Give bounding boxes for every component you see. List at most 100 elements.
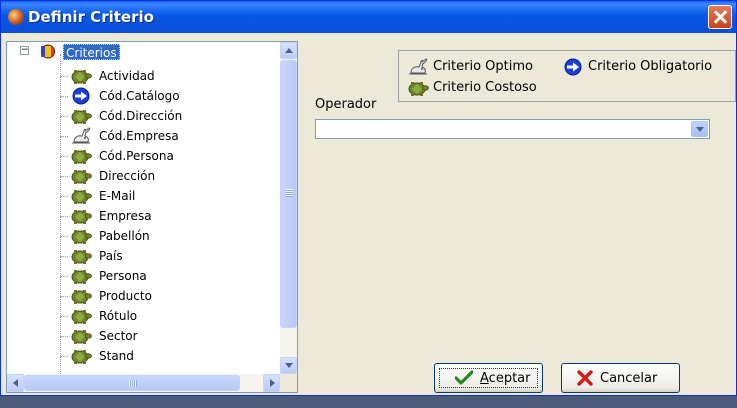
definir-criterio-dialog: Definir Criterio − Criterios Actividad Có… <box>0 0 737 396</box>
cancelar-button[interactable]: Cancelar <box>561 363 680 393</box>
turtle-icon <box>70 207 92 225</box>
tree-connector <box>60 276 68 277</box>
tree-item[interactable]: Producto <box>60 286 280 306</box>
criteria-tree[interactable]: − Criterios Actividad Cód.Catálogo Cód.Dir… <box>6 41 298 393</box>
cross-icon <box>577 370 593 386</box>
tree-item[interactable]: País <box>60 246 280 266</box>
aceptar-button[interactable]: Aceptar <box>434 363 543 393</box>
tree-item[interactable]: Stand <box>60 346 280 366</box>
tree-item[interactable]: Cód.Dirección <box>60 106 280 126</box>
cancelar-label: Cancelar <box>600 371 658 386</box>
operador-label: Operador <box>315 97 377 112</box>
turtle-icon <box>70 107 92 125</box>
dropdown-button[interactable] <box>691 121 708 137</box>
tree-item[interactable]: Rótulo <box>60 306 280 326</box>
scroll-thumb-vertical[interactable] <box>280 60 297 328</box>
chevron-right-icon <box>270 379 275 387</box>
tree-item-label: Cód.Dirección <box>99 109 183 123</box>
tree-item[interactable]: Cód.Persona <box>60 146 280 166</box>
collapse-toggle[interactable]: − <box>20 46 29 55</box>
turtle-icon <box>70 227 92 245</box>
checkmark-icon <box>455 370 473 385</box>
tree-item[interactable]: Empresa <box>60 206 280 226</box>
turtle-icon <box>70 147 92 165</box>
tree-item[interactable]: E-Mail <box>60 186 280 206</box>
tree-horizontal-scrollbar[interactable] <box>7 374 280 392</box>
tree-item-label: Dirección <box>99 169 156 183</box>
grip-icon <box>286 189 293 197</box>
tree-item[interactable]: Cód.Empresa <box>60 126 280 146</box>
app-icon <box>8 9 24 25</box>
criterios-root-icon <box>41 44 55 59</box>
turtle-icon <box>70 327 92 345</box>
chevron-left-icon <box>13 379 18 387</box>
chevron-up-icon <box>285 48 293 53</box>
tree-connector <box>60 96 68 97</box>
criteria-legend: Criterio Optimo Criterio Obligatorio Cri… <box>398 50 736 102</box>
tree-root-criterios[interactable]: Criterios <box>63 44 120 60</box>
scroll-right-button[interactable] <box>263 374 280 392</box>
tree-connector <box>60 136 68 137</box>
window-title: Definir Criterio <box>28 8 154 26</box>
tree-item[interactable]: Pabellón <box>60 226 280 246</box>
tree-item-label: Pabellón <box>99 229 150 243</box>
turtle-icon <box>70 167 92 185</box>
aceptar-mnemonic: A <box>480 371 489 386</box>
tree-connector <box>60 256 68 257</box>
tree-connector <box>60 236 68 237</box>
turtle-icon <box>70 267 92 285</box>
tree-connector <box>60 76 68 77</box>
tree-connector <box>60 156 68 157</box>
tree-item-label: País <box>99 249 123 263</box>
tree-connector <box>60 216 68 217</box>
tree-item-label: Producto <box>99 289 152 303</box>
tree-item[interactable]: Cód.Catálogo <box>60 86 280 106</box>
tree-item-label: Sector <box>99 329 138 343</box>
tree-connector <box>60 196 68 197</box>
tree-item-label: Stand <box>99 349 134 363</box>
turtle-icon <box>70 347 92 365</box>
aceptar-label-rest: ceptar <box>488 371 531 386</box>
tree-item-label: Empresa <box>99 209 152 223</box>
scrollbar-corner <box>280 374 297 392</box>
tree-vertical-scrollbar[interactable] <box>280 42 297 374</box>
legend-optimo-label: Criterio Optimo <box>433 59 533 74</box>
scroll-down-button[interactable] <box>280 357 297 374</box>
tree-content: − Criterios Actividad Cód.Catálogo Cód.Dir… <box>7 42 280 374</box>
chevron-down-icon <box>285 363 293 368</box>
tree-item[interactable]: Dirección <box>60 166 280 186</box>
legend-obligatorio-label: Criterio Obligatorio <box>588 59 713 74</box>
arrow-circle-icon <box>562 58 584 76</box>
title-bar[interactable]: Definir Criterio <box>1 1 736 33</box>
turtle-icon <box>70 67 92 85</box>
aceptar-label: Aceptar <box>480 371 530 387</box>
tree-connector <box>60 316 68 317</box>
rabbit-icon <box>407 58 429 76</box>
tree-connector <box>60 296 68 297</box>
scroll-left-button[interactable] <box>7 374 24 392</box>
tree-item-label: Actividad <box>99 69 155 83</box>
tree-connector <box>60 116 68 117</box>
turtle-icon <box>70 247 92 265</box>
tree-item-label: Cód.Empresa <box>99 129 179 143</box>
tree-connector <box>60 176 68 177</box>
tree-item[interactable]: Persona <box>60 266 280 286</box>
tree-item[interactable]: Sector <box>60 326 280 346</box>
tree-item-label: Persona <box>99 269 147 283</box>
tree-item-label: Cód.Catálogo <box>99 89 180 103</box>
tree-connector <box>60 336 68 337</box>
turtle-icon <box>70 187 92 205</box>
tree-item-label: Cód.Persona <box>99 149 174 163</box>
operador-select[interactable] <box>315 119 710 139</box>
rabbit-icon <box>70 127 92 145</box>
tree-item[interactable]: Actividad <box>60 66 280 86</box>
tree-item-label: Rótulo <box>99 309 138 323</box>
taskbar-strip <box>0 396 737 408</box>
turtle-icon <box>407 79 429 97</box>
scroll-up-button[interactable] <box>280 42 297 59</box>
tree-connector <box>60 356 68 357</box>
close-button[interactable] <box>708 5 732 29</box>
scroll-thumb-horizontal[interactable] <box>24 375 240 391</box>
arrow-circle-icon <box>70 87 92 105</box>
tree-connector-line <box>60 54 61 374</box>
